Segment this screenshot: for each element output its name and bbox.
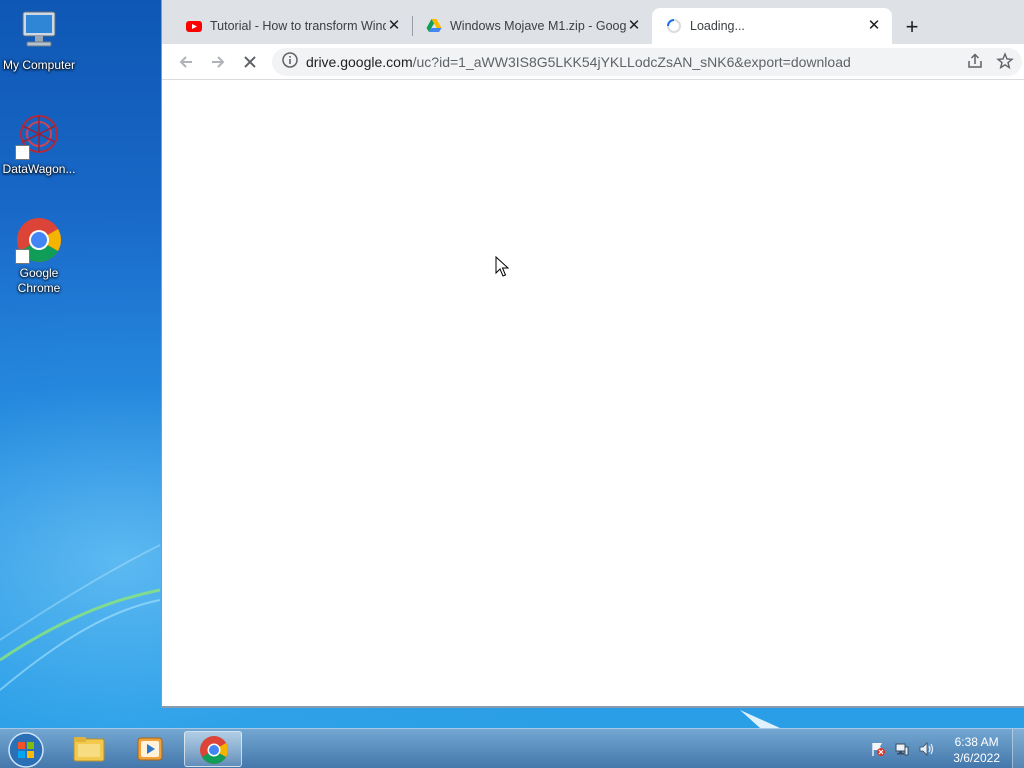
show-desktop-button[interactable] — [1012, 729, 1024, 768]
network-icon[interactable] — [894, 741, 910, 762]
folder-icon — [73, 737, 105, 762]
url-host: drive.google.com — [306, 54, 413, 70]
taskbar: 6:38 AM 3/6/2022 — [0, 728, 1024, 768]
url-text[interactable]: drive.google.com/uc?id=1_aWW3IS8G5LKK54j… — [306, 54, 851, 70]
desktop-icon-google-chrome[interactable]: Google Chrome — [0, 216, 78, 296]
desktop-icon-datawagon[interactable]: DataWagon... — [0, 112, 78, 177]
arrow-left-icon — [179, 56, 192, 68]
start-button[interactable] — [6, 731, 46, 768]
media-player-icon — [137, 737, 163, 761]
system-tray: 6:38 AM 3/6/2022 — [854, 729, 1024, 768]
taskbar-media-player[interactable] — [121, 731, 179, 767]
close-icon[interactable]: ✕ — [626, 18, 642, 34]
tab-youtube-tutorial[interactable]: Tutorial - How to transform Wind ✕ — [172, 8, 412, 44]
chrome-window: Tutorial - How to transform Wind ✕ Windo… — [161, 0, 1024, 708]
tab-strip: Tutorial - How to transform Wind ✕ Windo… — [162, 0, 1024, 44]
tab-title: Loading... — [690, 19, 745, 33]
info-icon[interactable] — [282, 51, 298, 73]
youtube-icon — [186, 18, 202, 34]
tab-google-drive[interactable]: Windows Mojave M1.zip - Googl ✕ — [412, 8, 652, 44]
shortcut-arrow-icon — [15, 249, 30, 264]
bookmark-star-icon[interactable] — [996, 52, 1014, 75]
desktop-icon-label: Google Chrome — [17, 266, 61, 295]
close-icon[interactable]: ✕ — [386, 18, 402, 34]
tab-title: Tutorial - How to transform Wind — [210, 19, 386, 33]
google-drive-icon — [426, 18, 442, 34]
forward-button[interactable] — [206, 50, 230, 74]
computer-icon — [15, 8, 63, 56]
mouse-cursor-icon — [495, 256, 509, 277]
desktop-icon-label: DataWagon... — [2, 162, 76, 176]
stop-loading-button[interactable] — [238, 50, 262, 74]
browser-toolbar: drive.google.com/uc?id=1_aWW3IS8G5LKK54j… — [162, 44, 1024, 80]
share-icon[interactable] — [966, 52, 984, 75]
tab-title: Windows Mojave M1.zip - Googl — [450, 19, 626, 33]
back-button[interactable] — [174, 50, 198, 74]
chrome-icon — [15, 216, 63, 264]
clock-time: 6:38 AM — [954, 735, 999, 749]
shortcut-arrow-icon — [15, 145, 30, 160]
windows-logo-icon — [8, 732, 44, 768]
volume-icon[interactable] — [918, 741, 936, 762]
desktop-icon-label: My Computer — [2, 58, 76, 72]
clock[interactable]: 6:38 AM 3/6/2022 — [953, 734, 1000, 766]
new-tab-button[interactable]: + — [898, 14, 926, 42]
url-path: /uc?id=1_aWW3IS8G5LKK54jYKLLodcZsAN_sNK6… — [412, 54, 851, 70]
loading-spinner-icon — [666, 18, 682, 34]
datawagon-icon — [15, 112, 63, 160]
close-icon — [244, 56, 256, 68]
clock-date: 3/6/2022 — [953, 751, 1000, 765]
desktop-icon-my-computer[interactable]: My Computer — [0, 8, 78, 73]
chrome-icon — [200, 736, 228, 764]
taskbar-google-chrome[interactable] — [184, 731, 242, 767]
tab-loading[interactable]: Loading... ✕ — [652, 8, 892, 44]
taskbar-file-explorer[interactable] — [60, 731, 118, 767]
action-center-flag-icon[interactable] — [870, 741, 886, 762]
address-bar-actions — [966, 52, 1014, 75]
page-content[interactable] — [162, 80, 1023, 706]
arrow-right-icon — [212, 56, 225, 68]
close-icon[interactable]: ✕ — [866, 18, 882, 34]
address-bar[interactable]: drive.google.com/uc?id=1_aWW3IS8G5LKK54j… — [272, 48, 1022, 76]
